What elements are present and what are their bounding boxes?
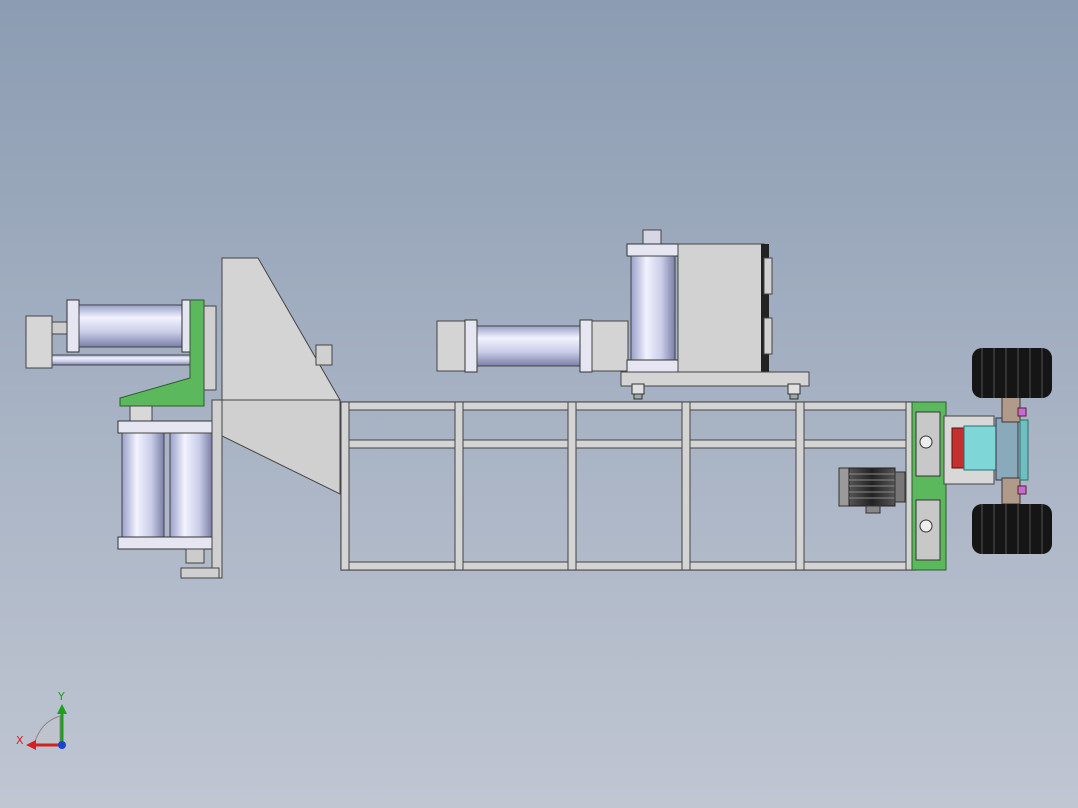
cad-viewport[interactable]: X Y: [0, 0, 1078, 808]
y-axis-label: Y: [57, 690, 65, 703]
axis-triad: X Y: [16, 690, 67, 750]
x-axis-label: X: [16, 734, 24, 747]
z-axis-dot: [58, 741, 66, 749]
triad-plane: [33, 715, 61, 746]
